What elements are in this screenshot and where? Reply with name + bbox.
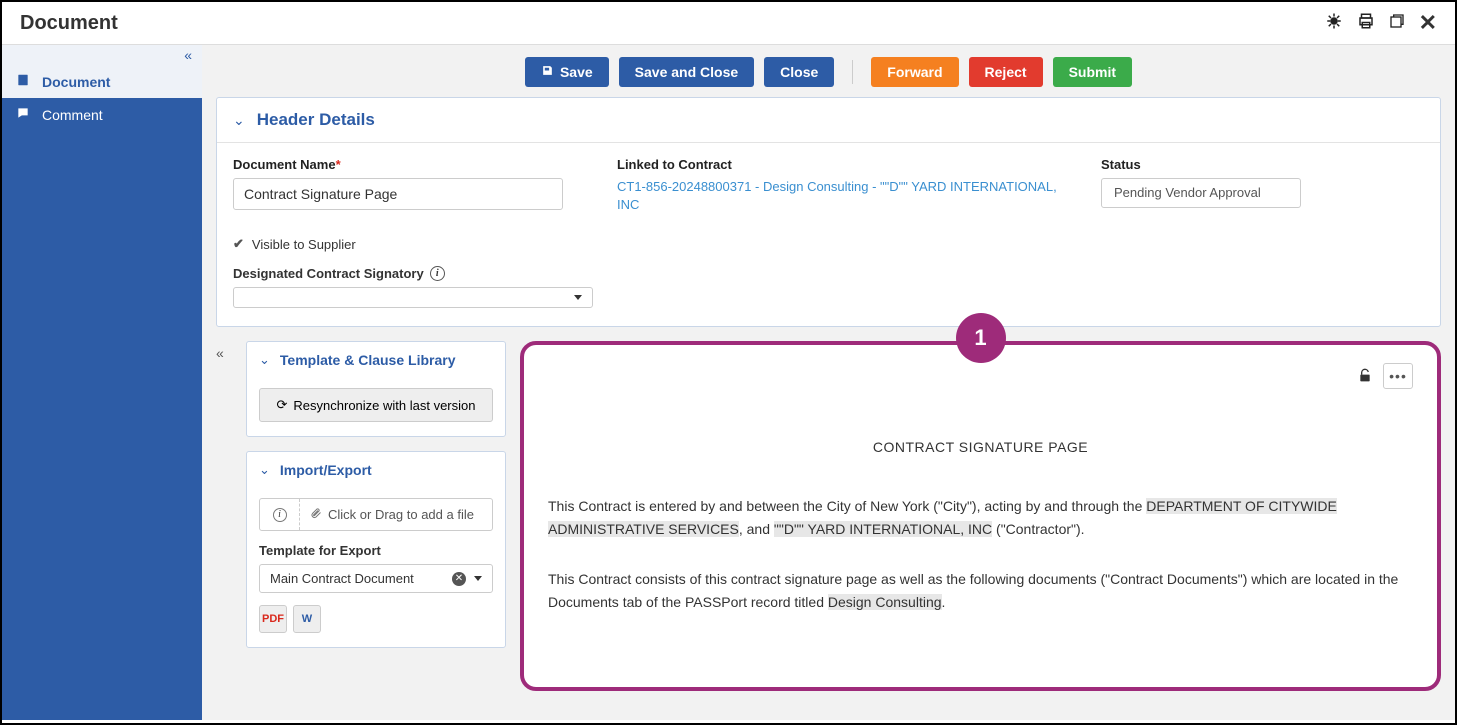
maximize-icon[interactable]: [1389, 13, 1405, 34]
annotation-badge-1: 1: [956, 313, 1006, 363]
header-details-panel: ⌄ Header Details Document Name* Linked t…: [216, 97, 1441, 327]
sidebar: « Document Comment: [2, 45, 202, 720]
import-export-panel: ⌄ Import/Export i Click or Drag to: [246, 451, 506, 648]
bug-icon[interactable]: [1325, 12, 1343, 35]
save-icon: [541, 64, 554, 80]
document-title: CONTRACT SIGNATURE PAGE: [548, 439, 1413, 455]
template-library-toggle[interactable]: ⌄ Template & Clause Library: [247, 342, 505, 378]
chevron-down-icon: [474, 576, 482, 581]
pdf-icon: PDF: [262, 613, 284, 625]
sidebar-collapse[interactable]: «: [2, 45, 202, 65]
forward-button[interactable]: Forward: [871, 57, 958, 87]
info-icon[interactable]: i: [430, 266, 445, 281]
export-word-button[interactable]: W: [293, 605, 321, 633]
visible-to-supplier-checkbox[interactable]: ✔ Visible to Supplier: [233, 236, 1424, 252]
designated-signatory-label: Designated Contract Signatory i: [233, 266, 1424, 281]
document-preview: ••• CONTRACT SIGNATURE PAGE This Contrac…: [520, 341, 1441, 691]
left-column-collapse[interactable]: «: [216, 341, 232, 691]
linked-contract-label: Linked to Contract: [617, 157, 1077, 172]
sidebar-item-document[interactable]: Document: [2, 65, 202, 98]
sidebar-item-comment[interactable]: Comment: [2, 98, 202, 131]
print-icon[interactable]: [1357, 12, 1375, 35]
page-title: Document: [20, 12, 118, 35]
import-export-toggle[interactable]: ⌄ Import/Export: [247, 452, 505, 488]
designated-signatory-dropdown[interactable]: [233, 287, 593, 308]
header-details-toggle[interactable]: ⌄ Header Details: [217, 98, 1440, 143]
document-preview-wrapper: 1 ••• CONTRACT SIGNATURE PAGE This Contr…: [520, 341, 1441, 691]
doc-name-label: Document Name*: [233, 157, 593, 172]
template-library-panel: ⌄ Template & Clause Library ⟳ Resynchron…: [246, 341, 506, 437]
paperclip-icon: [310, 507, 322, 522]
panel-title: Header Details: [257, 110, 375, 130]
template-export-label: Template for Export: [259, 543, 493, 558]
action-bar: Save Save and Close Close Forward Reject…: [202, 45, 1455, 97]
word-icon: W: [302, 613, 312, 625]
document-paragraph-2: This Contract consists of this contract …: [548, 568, 1413, 613]
more-options-button[interactable]: •••: [1383, 363, 1413, 389]
status-value: Pending Vendor Approval: [1101, 178, 1301, 208]
clear-icon[interactable]: ✕: [452, 572, 466, 586]
chevron-down-icon: [574, 295, 582, 300]
save-button[interactable]: Save: [525, 57, 609, 87]
status-label: Status: [1101, 157, 1321, 172]
info-icon: i: [260, 499, 300, 530]
chevron-down-icon: ⌄: [259, 462, 270, 478]
content-area: Save Save and Close Close Forward Reject…: [202, 45, 1455, 720]
template-export-dropdown[interactable]: Main Contract Document ✕: [259, 564, 493, 593]
submit-button[interactable]: Submit: [1053, 57, 1132, 87]
reject-button[interactable]: Reject: [969, 57, 1043, 87]
sidebar-item-label: Document: [42, 74, 110, 90]
document-icon: [16, 73, 32, 90]
comment-icon: [16, 106, 32, 123]
topbar: Document ✕: [2, 2, 1455, 45]
topbar-icons: ✕: [1325, 10, 1437, 36]
separator: [852, 60, 853, 84]
linked-contract-link[interactable]: CT1-856-20248800371 - Design Consulting …: [617, 178, 1057, 214]
refresh-icon: ⟳: [277, 397, 288, 413]
doc-name-input[interactable]: [233, 178, 563, 210]
chevron-down-icon: ⌄: [233, 112, 245, 129]
export-pdf-button[interactable]: PDF: [259, 605, 287, 633]
close-button[interactable]: Close: [764, 57, 834, 87]
chevron-down-icon: ⌄: [259, 352, 270, 368]
file-dropzone[interactable]: i Click or Drag to add a file: [259, 498, 493, 531]
check-icon: ✔: [233, 236, 244, 252]
unlock-icon[interactable]: [1357, 368, 1373, 384]
save-and-close-button[interactable]: Save and Close: [619, 57, 755, 87]
document-paragraph-1: This Contract is entered by and between …: [548, 495, 1413, 540]
close-icon[interactable]: ✕: [1419, 10, 1437, 36]
resynchronize-button[interactable]: ⟳ Resynchronize with last version: [259, 388, 493, 422]
sidebar-item-label: Comment: [42, 107, 103, 123]
